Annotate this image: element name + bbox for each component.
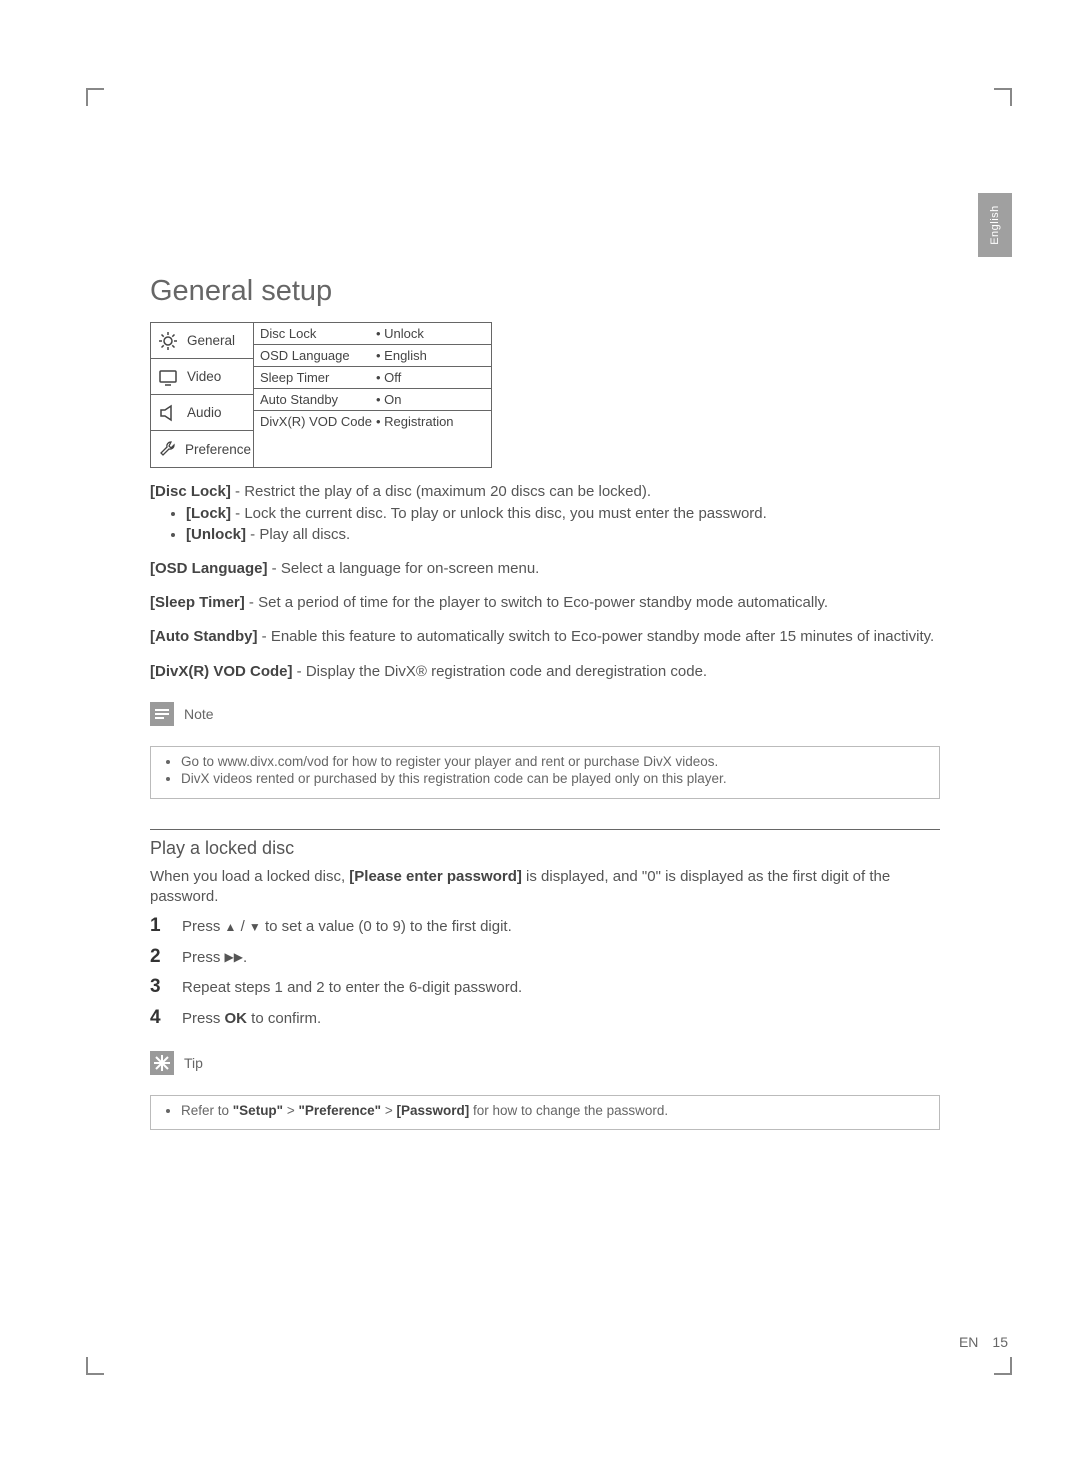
page-footer: EN 15 [959, 1334, 1008, 1350]
note-icon [150, 702, 174, 726]
menu-item-label: General [187, 333, 235, 348]
note-label: Note [184, 706, 214, 722]
menu-item-label: Audio [187, 405, 222, 420]
down-triangle-icon: ▼ [249, 918, 261, 937]
step-2: 2 Press ▶▶. [150, 942, 940, 972]
menu-item-label: Video [187, 369, 221, 384]
footer-lang: EN [959, 1334, 978, 1350]
menu-row: OSD LanguageEnglish [254, 345, 491, 367]
disc-lock-options: [Lock] - Lock the current disc. To play … [150, 504, 940, 545]
gear-icon [157, 331, 179, 351]
steps-list: 1 Press ▲ / ▼ to set a value (0 to 9) to… [150, 911, 940, 1033]
menu-item-audio: Audio [151, 395, 253, 431]
footer-page-number: 15 [992, 1334, 1008, 1350]
divx-code-desc: [DivX(R) VOD Code] - Display the DivX® r… [150, 662, 940, 682]
note-header: Note [150, 698, 940, 732]
menu-item-preference: Preference [151, 431, 253, 467]
menu-item-general: General [151, 323, 253, 359]
note-item: DivX videos rented or purchased by this … [181, 770, 929, 788]
disc-lock-desc: [Disc Lock] - Restrict the play of a dis… [150, 482, 940, 502]
menu-row: Sleep TimerOff [254, 367, 491, 389]
menu-row: Disc LockUnlock [254, 323, 491, 345]
crop-mark-top-left [86, 88, 104, 106]
monitor-icon [157, 367, 179, 387]
menu-item-video: Video [151, 359, 253, 395]
note-item: Go to www.divx.com/vod for how to regist… [181, 753, 929, 771]
crop-mark-top-right [994, 88, 1012, 106]
menu-row: DivX(R) VOD CodeRegistration [254, 411, 491, 467]
menu-item-label: Preference [185, 442, 251, 457]
tip-box: Refer to "Setup" > "Preference" > [Passw… [150, 1095, 940, 1131]
osd-menu-options: Disc LockUnlock OSD LanguageEnglish Slee… [254, 323, 491, 467]
wrench-icon [157, 439, 177, 459]
fast-forward-icon: ▶▶ [225, 948, 243, 967]
list-item: [Lock] - Lock the current disc. To play … [186, 504, 940, 524]
step-1: 1 Press ▲ / ▼ to set a value (0 to 9) to… [150, 911, 940, 941]
section-heading: Play a locked disc [150, 830, 940, 859]
tip-label: Tip [184, 1055, 203, 1071]
osd-menu-sidebar: General Video Audio Preference [151, 323, 254, 467]
menu-row: Auto StandbyOn [254, 389, 491, 411]
tip-icon [150, 1051, 174, 1075]
note-box: Go to www.divx.com/vod for how to regist… [150, 746, 940, 799]
step-4: 4 Press OK to confirm. [150, 1003, 940, 1033]
step-3: 3 Repeat steps 1 and 2 to enter the 6-di… [150, 972, 940, 1002]
crop-mark-bottom-left [86, 1357, 104, 1375]
list-item: [Unlock] - Play all discs. [186, 525, 940, 545]
osd-menu: General Video Audio Preference [150, 322, 492, 468]
sleep-timer-desc: [Sleep Timer] - Set a period of time for… [150, 593, 940, 613]
tip-header: Tip [150, 1047, 940, 1081]
up-triangle-icon: ▲ [225, 918, 237, 937]
tip-item: Refer to "Setup" > "Preference" > [Passw… [181, 1102, 929, 1120]
language-tab-label: English [989, 205, 1001, 245]
osd-language-desc: [OSD Language] - Select a language for o… [150, 559, 940, 579]
language-tab: English [978, 193, 1012, 257]
locked-disc-intro: When you load a locked disc, [Please ent… [150, 867, 940, 908]
page-title: General setup [150, 275, 940, 308]
auto-standby-desc: [Auto Standby] - Enable this feature to … [150, 627, 940, 647]
crop-mark-bottom-right [994, 1357, 1012, 1375]
speaker-icon [157, 403, 179, 423]
